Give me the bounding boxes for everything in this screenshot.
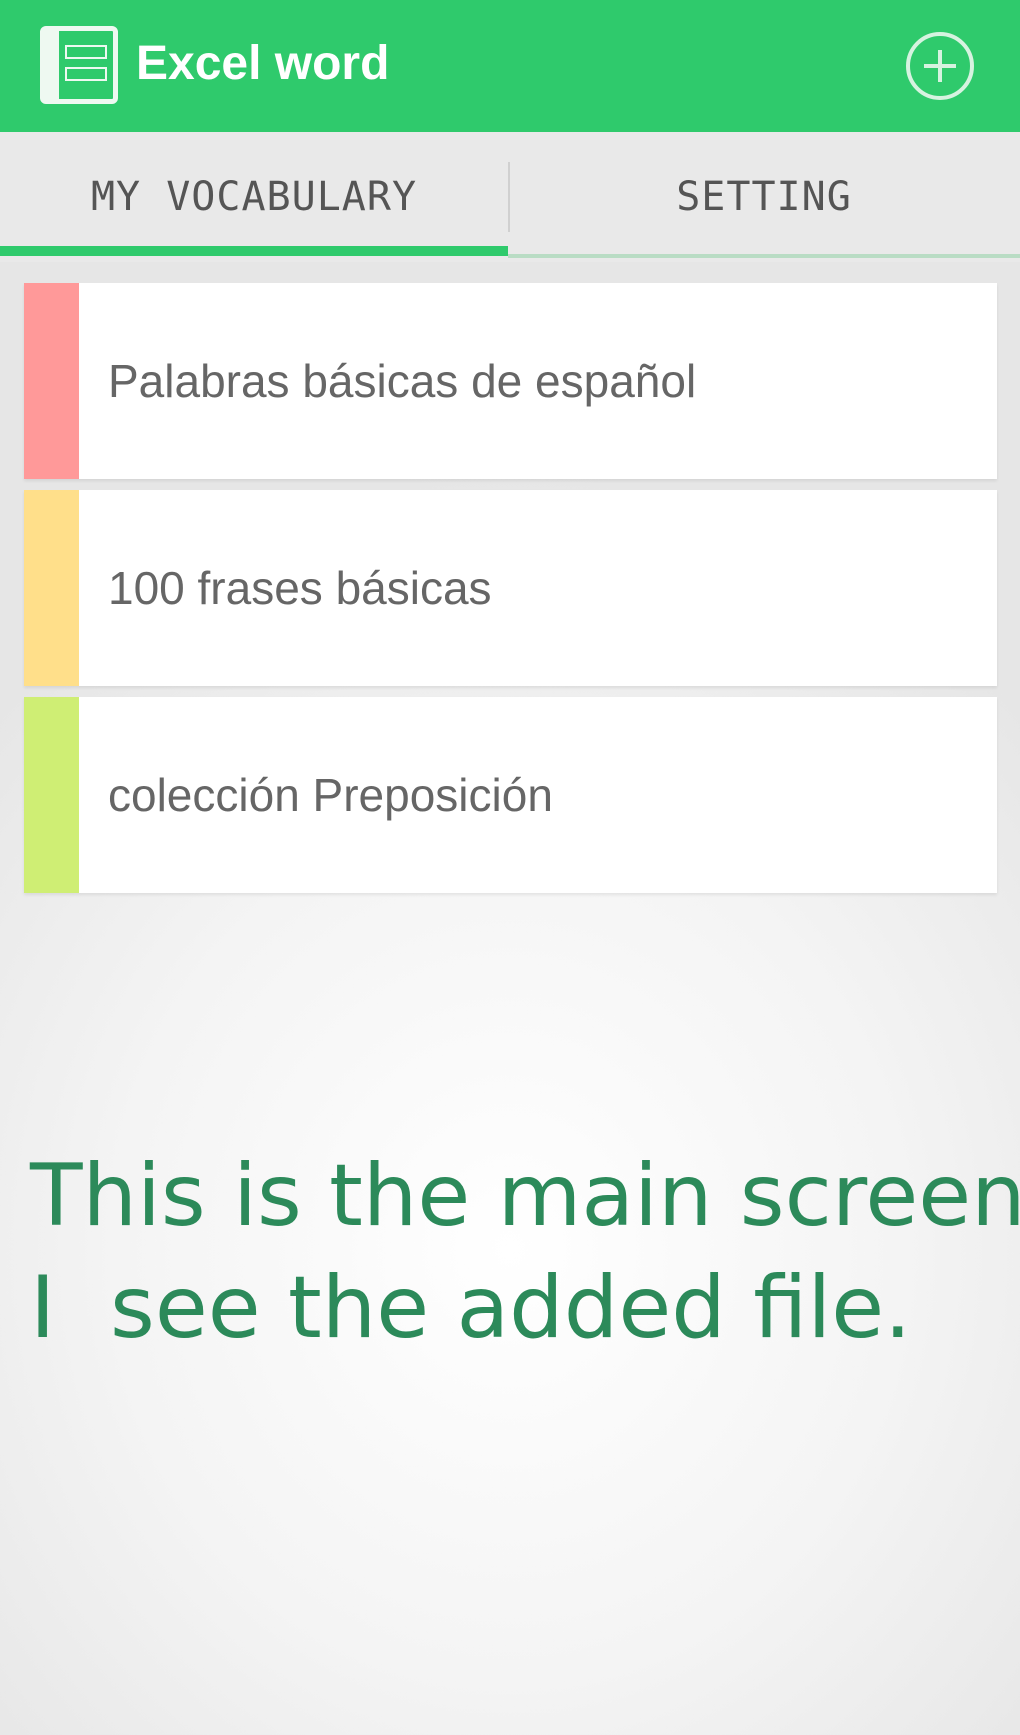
- caption-line-1: This is the main screen.: [30, 1146, 1020, 1246]
- app-title: Excel word: [136, 37, 390, 90]
- list-item[interactable]: colección Preposición: [24, 697, 997, 893]
- caption-text: This is the main screen. I see the added…: [30, 1140, 1020, 1364]
- list-item-title: Palabras básicas de español: [108, 355, 697, 407]
- list-item-title: 100 frases básicas: [108, 562, 492, 614]
- tab-bar: MY VOCABULARY SETTING: [0, 132, 1020, 262]
- list-item[interactable]: Palabras básicas de español: [24, 283, 997, 479]
- spreadsheet-app-icon: [40, 26, 118, 104]
- color-bar: [24, 283, 79, 479]
- tab-my-vocabulary[interactable]: MY VOCABULARY: [0, 132, 508, 262]
- tab-underline: [508, 254, 1020, 258]
- app-bar: Excel word: [0, 0, 1020, 132]
- color-bar: [24, 697, 79, 893]
- color-bar: [24, 490, 79, 686]
- caption-line-2: I see the added file.: [30, 1258, 912, 1358]
- list-item[interactable]: 100 frases básicas: [24, 490, 997, 686]
- tab-setting[interactable]: SETTING: [508, 132, 1020, 262]
- add-circle-icon[interactable]: [906, 32, 974, 100]
- list-item-title: colección Preposición: [108, 769, 553, 821]
- active-tab-indicator: [0, 246, 508, 256]
